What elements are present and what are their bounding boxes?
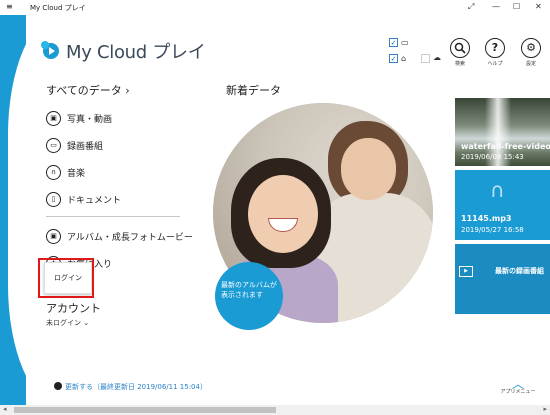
gear-icon: ⚙ [521, 38, 541, 58]
tile-date: 2019/06/08 15:43 [461, 153, 524, 161]
app-name: My Cloud プレイ [66, 42, 206, 63]
scrollbar-thumb[interactable] [14, 407, 276, 413]
scroll-right-icon[interactable]: ▸ [543, 405, 547, 413]
sidebar-item-music[interactable]: ∩ 音楽 [46, 163, 85, 181]
close-button[interactable]: ✕ [535, 2, 542, 12]
sidebar-item-label: 録画番組 [67, 141, 104, 152]
recent-music-tile[interactable]: ∩ 11145.mp3 2019/05/27 16:58 [455, 170, 550, 240]
album-bubble-text: 最新のアルバムが表示されます [221, 281, 277, 299]
computer-icon: ▭ [401, 38, 409, 47]
chevron-up-icon: ︿ [511, 377, 524, 391]
help-icon: ? [485, 38, 505, 58]
sidebar-divider [46, 216, 180, 217]
app-menu-label: アプリメニュー [500, 389, 536, 395]
home-filter-checkbox[interactable]: ✓ [389, 54, 398, 63]
app-logo-icon [40, 40, 62, 60]
headphones-icon: ∩ [46, 164, 61, 180]
maximize-button[interactable]: ☐ [513, 2, 520, 12]
refresh-link[interactable]: 更新する（最終更新日 2019/06/11 15:04） [54, 382, 207, 392]
title-bar: ≡ My Cloud プレイ ⤢ — ☐ ✕ [0, 0, 550, 15]
album-icon: ▣ [46, 228, 61, 244]
tile-name: 11145.mp3 [461, 214, 512, 223]
sidebar-item-label: 音楽 [67, 168, 86, 179]
sidebar-item-album[interactable]: ▣ アルバム・成長フォトムービー [46, 227, 193, 245]
sidebar-item-photos[interactable]: ▣ 写真・動画 [46, 109, 112, 127]
tv-icon: ▭ [46, 137, 61, 153]
search-icon [450, 38, 470, 58]
headphones-icon: ∩ [490, 178, 505, 202]
account-status-text: 未ログイン [46, 319, 81, 327]
help-button[interactable]: ? ヘルプ [484, 38, 506, 67]
cloud-icon: ☁ [433, 53, 441, 62]
sidebar-item-recordings[interactable]: ▭ 録画番組 [46, 136, 103, 154]
recent-recording-tile[interactable]: ▶ 最新の録画番組 [455, 244, 550, 314]
search-label: 検索 [454, 61, 465, 67]
document-icon: ▯ [46, 191, 61, 207]
expand-icon[interactable]: ⤢ [468, 2, 474, 12]
minimize-button[interactable]: — [492, 2, 500, 12]
tv-icon: ▶ [459, 266, 473, 277]
all-data-label: すべてのデータ [46, 84, 122, 97]
settings-button[interactable]: ⚙ 設定 [520, 38, 542, 67]
sidebar-item-label: ドキュメント [67, 195, 122, 206]
pc-filter-checkbox[interactable]: ✓ [389, 38, 398, 47]
cloud-filter-checkbox[interactable] [421, 54, 430, 63]
recent-video-tile[interactable]: waterfall-free-video1 2019/06/08 15:43 [455, 98, 550, 166]
refresh-icon [54, 382, 62, 390]
hamburger-menu-icon[interactable]: ≡ [6, 2, 13, 12]
window-title: My Cloud プレイ [30, 4, 86, 12]
sidebar-item-label: 写真・動画 [67, 114, 113, 125]
tile-date: 2019/05/27 16:58 [461, 226, 524, 234]
accent-curve [8, 15, 68, 405]
album-bubble[interactable]: 最新のアルバムが表示されます [215, 262, 283, 330]
scroll-left-icon[interactable]: ◂ [3, 405, 7, 413]
horizontal-scrollbar[interactable]: ◂ ▸ [0, 405, 550, 415]
sidebar-item-documents[interactable]: ▯ ドキュメント [46, 190, 121, 208]
account-status-dropdown[interactable]: 未ログイン ⌄ [46, 318, 89, 328]
account-heading: アカウント [46, 302, 101, 315]
chevron-right-icon: › [125, 84, 130, 97]
sidebar-item-label: アルバム・成長フォトムービー [67, 232, 193, 243]
tile-name: waterfall-free-video1 [461, 142, 550, 151]
new-data-heading: 新着データ [226, 84, 281, 97]
home-icon: ⌂ [401, 54, 407, 63]
photo-icon: ▣ [46, 110, 61, 126]
tile-name: 最新の録画番組 [495, 267, 544, 275]
search-button[interactable]: 検索 [449, 38, 471, 67]
login-button[interactable]: ログイン [44, 262, 92, 294]
chevron-down-icon: ⌄ [83, 319, 90, 327]
app-menu-button[interactable]: ︿ アプリメニュー [500, 377, 536, 395]
refresh-text: 更新する（最終更新日 2019/06/11 15:04） [65, 383, 207, 391]
all-data-link[interactable]: すべてのデータ › [46, 82, 130, 98]
settings-label: 設定 [525, 61, 536, 67]
help-label: ヘルプ [487, 61, 503, 67]
